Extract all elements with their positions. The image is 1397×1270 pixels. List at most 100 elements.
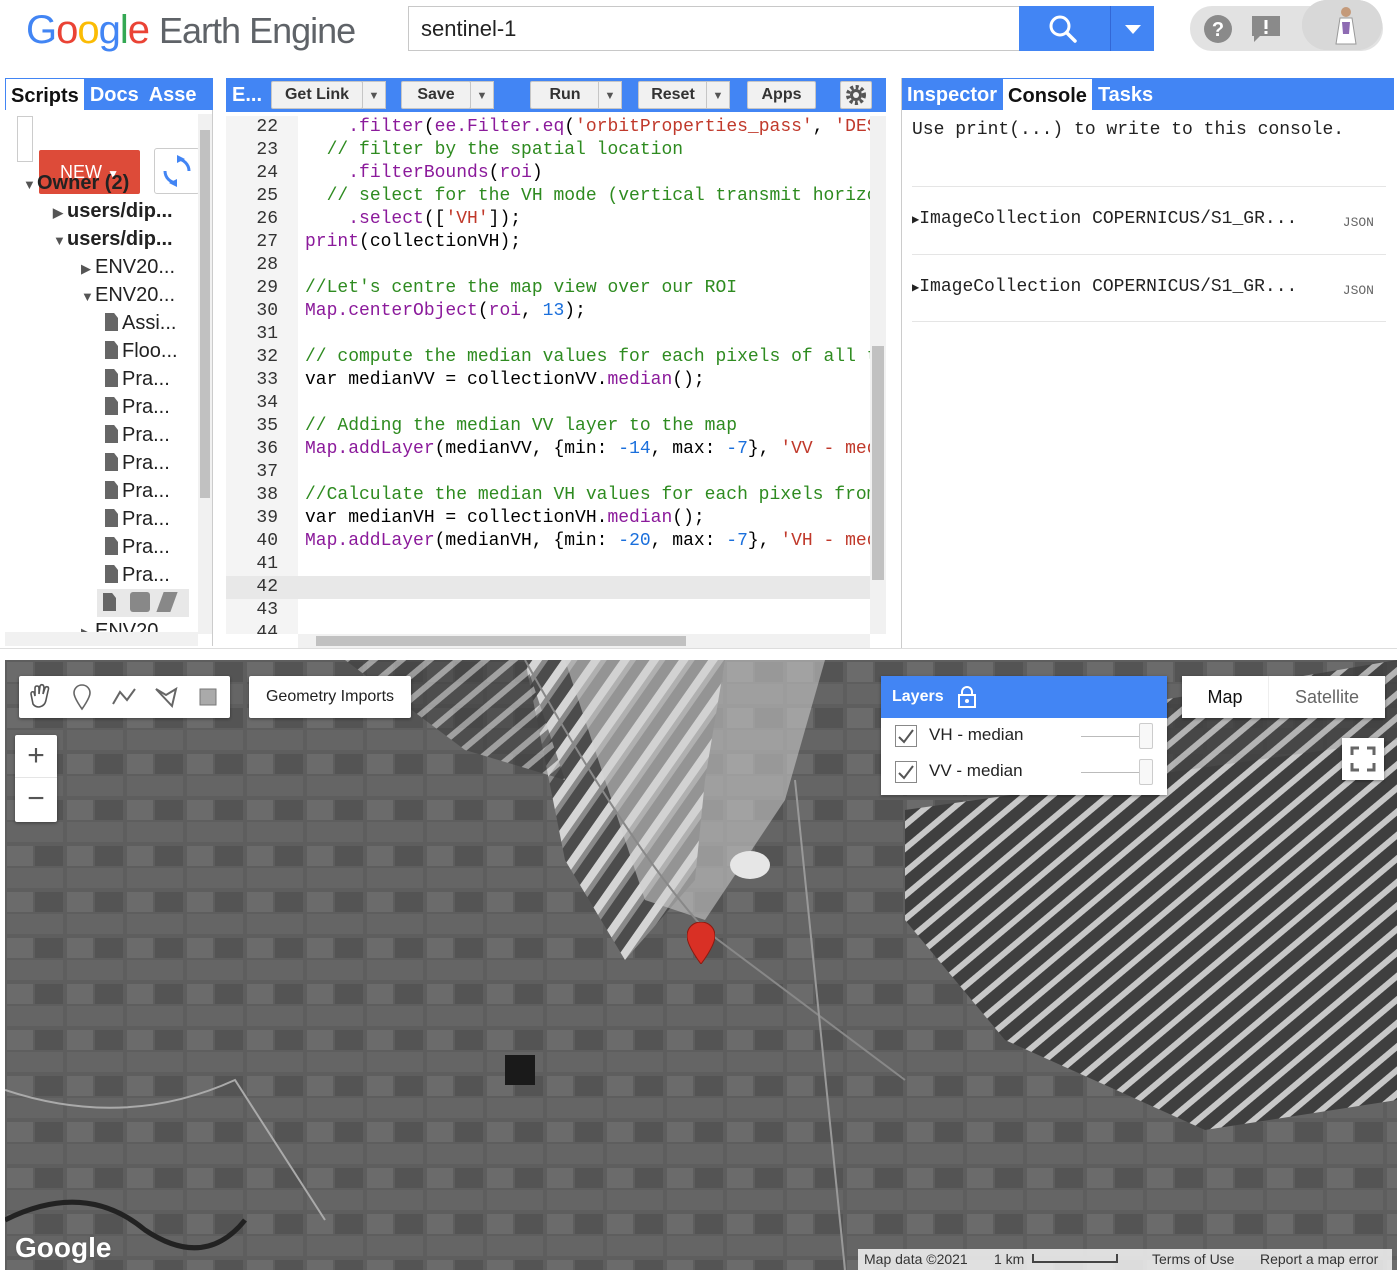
refresh-button[interactable] <box>154 148 200 194</box>
code-line[interactable]: Map.centerObject(roi, 13); <box>305 301 586 321</box>
json-badge[interactable]: JSON <box>1343 215 1374 230</box>
avatar[interactable] <box>1302 0 1382 50</box>
console-panel: Inspector Console Tasks Use print(...) to … <box>901 78 1394 648</box>
tree-item[interactable]: ▶ users/dip... <box>53 197 173 225</box>
help-icon[interactable]: ? <box>1202 14 1234 44</box>
tree-item[interactable]: Pra... <box>105 477 170 505</box>
chevron-down-icon[interactable]: ▼ <box>23 171 37 199</box>
tree-item-label: Pra... <box>122 480 170 502</box>
geometry-imports-button[interactable]: Geometry Imports <box>249 676 411 718</box>
logo[interactable]: Google Earth Engine <box>26 8 356 53</box>
zoom-in-button[interactable]: + <box>15 735 57 778</box>
tree-item-label: Owner (2) <box>37 172 130 194</box>
layer-checkbox[interactable] <box>895 725 917 747</box>
history-icon[interactable] <box>130 592 150 612</box>
tree-item[interactable]: Floo... <box>105 337 178 365</box>
opacity-slider-handle[interactable] <box>1139 759 1153 785</box>
rectangle-tool[interactable] <box>187 676 229 718</box>
code-line[interactable]: Map.addLayer(medianVV, {min: -14, max: -… <box>305 439 870 459</box>
code-line[interactable]: .select(['VH']); <box>305 209 521 229</box>
code-line[interactable]: print(collectionVH); <box>305 232 521 252</box>
left-tabbar: Scripts Docs Asse <box>5 78 213 110</box>
tree-item[interactable]: Pra... <box>105 561 170 589</box>
scripts-scrollbar[interactable] <box>198 114 212 634</box>
chevron-down-icon[interactable]: ▼ <box>81 283 95 311</box>
scripts-hscrollbar[interactable] <box>5 632 198 646</box>
lock-icon[interactable] <box>957 685 977 709</box>
reset-button[interactable]: Reset <box>638 81 708 109</box>
code-line[interactable]: var medianVV = collectionVV.median(); <box>305 370 705 390</box>
reset-dropdown[interactable]: ▼ <box>706 81 730 109</box>
code-line[interactable]: var medianVH = collectionVH.median(); <box>305 508 705 528</box>
tab-scripts[interactable]: Scripts <box>5 78 85 110</box>
tree-item[interactable]: Pra... <box>105 505 170 533</box>
console-entry[interactable]: ▶ImageCollection COPERNICUS/S1_GR... JSO… <box>912 254 1386 322</box>
tab-inspector[interactable]: Inspector <box>902 78 1002 110</box>
map-type-map-button[interactable]: Map <box>1182 676 1268 718</box>
opacity-slider-track[interactable] <box>1081 736 1143 737</box>
tree-item[interactable] <box>97 589 189 617</box>
code-line[interactable]: // select for the VH mode (vertical tran… <box>305 186 870 206</box>
tree-item[interactable]: Pra... <box>105 365 170 393</box>
tab-tasks[interactable]: Tasks <box>1093 78 1158 110</box>
tab-docs[interactable]: Docs <box>85 78 144 110</box>
map-marker[interactable] <box>686 921 716 969</box>
editor-tab[interactable]: E... <box>232 78 262 112</box>
search-input[interactable] <box>408 6 1020 51</box>
chevron-right-icon[interactable]: ▶ <box>53 199 67 227</box>
tree-item[interactable]: ▼ENV20... <box>81 281 175 309</box>
code-line[interactable]: // Adding the median VV layer to the map <box>305 416 737 436</box>
get-link-button[interactable]: Get Link <box>271 81 363 109</box>
hand-tool[interactable] <box>19 676 61 718</box>
opacity-slider-track[interactable] <box>1081 772 1143 773</box>
tree-item[interactable]: Pra... <box>105 449 170 477</box>
tree-item[interactable]: Assi... <box>105 309 176 337</box>
polygon-tool[interactable] <box>145 676 187 718</box>
settings-button[interactable] <box>840 81 872 109</box>
zoom-out-button[interactable]: − <box>15 778 57 821</box>
code-line[interactable]: //Let's centre the map view over our ROI <box>305 278 737 298</box>
code-line[interactable]: .filter(ee.Filter.eq('orbitProperties_pa… <box>305 117 870 137</box>
terms-link[interactable]: Terms of Use <box>1152 1251 1234 1267</box>
tree-item[interactable]: ▼Owner (2) <box>23 169 129 197</box>
map-type-satellite-button[interactable]: Satellite <box>1268 676 1385 718</box>
get-link-dropdown[interactable]: ▼ <box>362 81 386 109</box>
json-badge[interactable]: JSON <box>1343 283 1374 298</box>
run-button[interactable]: Run <box>530 81 600 109</box>
tree-item[interactable]: ▶ENV20... <box>81 253 175 281</box>
layers-header[interactable]: Layers <box>881 676 1167 718</box>
tab-assets[interactable]: Asse <box>144 78 202 110</box>
editor-scrollbar[interactable] <box>870 116 886 634</box>
tree-item[interactable]: ▼users/dip... <box>53 225 173 253</box>
report-error-link[interactable]: Report a map error <box>1260 1251 1378 1267</box>
map-canvas[interactable]: Geometry Imports + − Layers VH - median … <box>5 660 1397 1270</box>
tree-item[interactable]: Pra... <box>105 421 170 449</box>
chevron-down-icon[interactable]: ▼ <box>53 227 67 255</box>
tree-item[interactable]: Pra... <box>105 393 170 421</box>
fullscreen-button[interactable] <box>1342 738 1384 780</box>
chevron-right-icon[interactable]: ▶ <box>81 255 95 283</box>
marker-tool[interactable] <box>61 676 103 718</box>
code-line[interactable]: // filter by the spatial location <box>305 140 683 160</box>
console-entry[interactable]: ▶ImageCollection COPERNICUS/S1_GR... JSO… <box>912 186 1386 254</box>
apps-button[interactable]: Apps <box>747 81 816 109</box>
search-options-button[interactable] <box>1110 6 1154 51</box>
save-button[interactable]: Save <box>401 81 471 109</box>
code-line[interactable]: // compute the median values for each pi… <box>305 347 870 367</box>
editor-hscrollbar[interactable] <box>298 634 870 648</box>
save-dropdown[interactable]: ▼ <box>470 81 494 109</box>
map-splitter[interactable] <box>0 648 1397 660</box>
code-line[interactable]: Map.addLayer(medianVH, {min: -20, max: -… <box>305 531 870 551</box>
run-dropdown[interactable]: ▼ <box>598 81 622 109</box>
code-line[interactable]: .filterBounds(roi) <box>305 163 542 183</box>
feedback-icon[interactable] <box>1250 14 1282 44</box>
search-button[interactable] <box>1019 6 1110 51</box>
tree-item[interactable]: Pra... <box>105 533 170 561</box>
code-line[interactable]: //Calculate the median VH values for eac… <box>305 485 870 505</box>
line-tool[interactable] <box>103 676 145 718</box>
code-area[interactable]: 22 .filter(ee.Filter.eq('orbitProperties… <box>226 116 870 634</box>
opacity-slider-handle[interactable] <box>1139 723 1153 749</box>
edit-icon[interactable] <box>156 592 178 612</box>
tab-console[interactable]: Console <box>1002 78 1093 110</box>
layer-checkbox[interactable] <box>895 761 917 783</box>
